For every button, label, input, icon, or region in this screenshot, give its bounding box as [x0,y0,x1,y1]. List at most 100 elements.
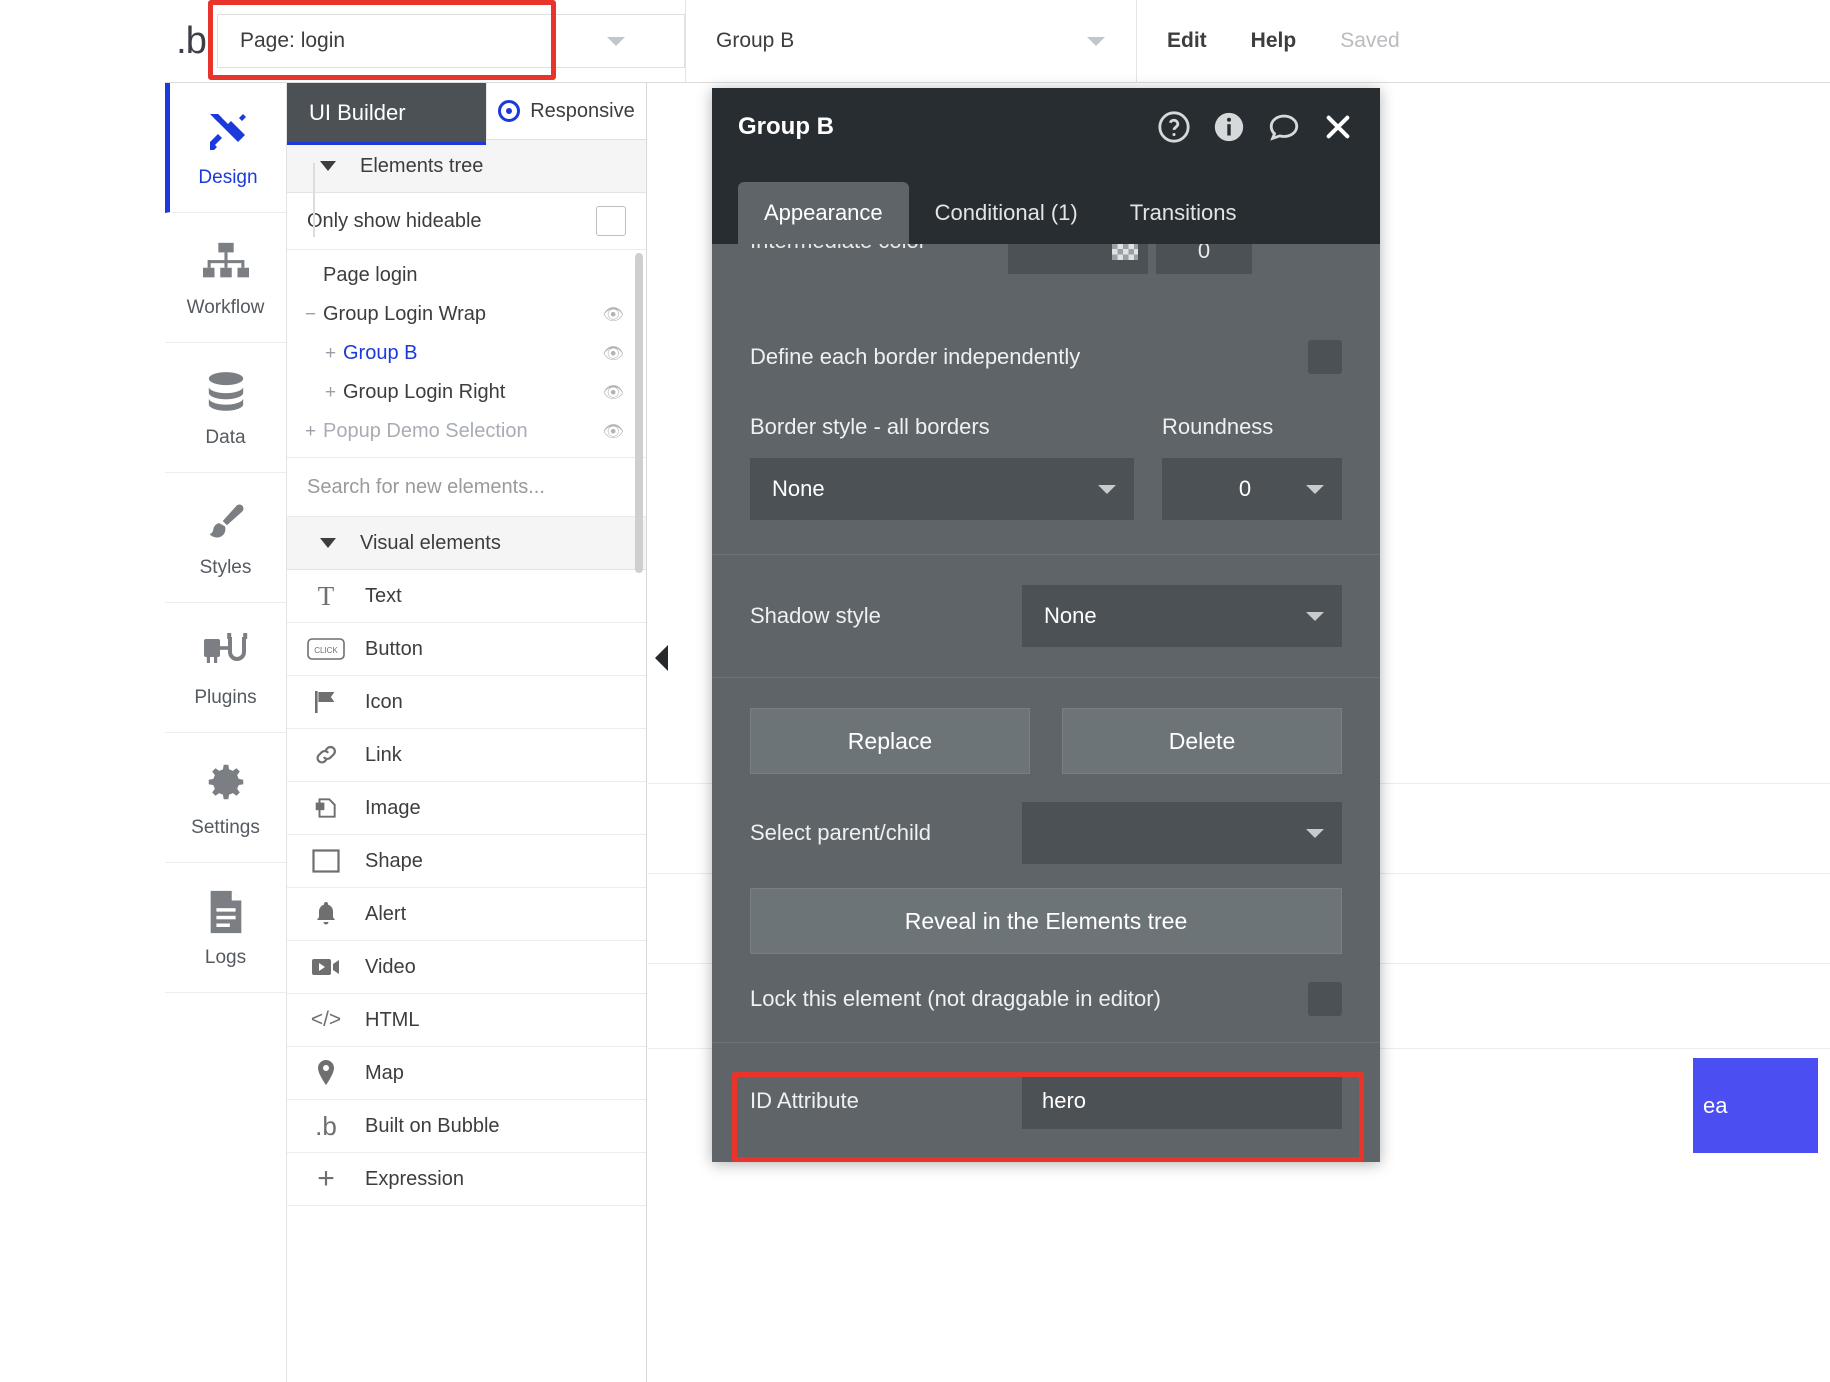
visual-element-icon[interactable]: Icon [287,676,646,729]
panel-collapse-arrow-icon[interactable] [655,645,668,671]
help-button[interactable]: Help [1251,29,1297,53]
tree-item-page-login[interactable]: Page login [287,256,646,295]
elements-panel-scrollbar[interactable] [635,253,643,573]
roundness-select[interactable]: 0 [1162,458,1342,520]
tab-appearance[interactable]: Appearance [738,182,909,244]
sidebar-item-design[interactable]: Design [165,83,286,213]
tree-item-popup-demo-selection[interactable]: + Popup Demo Selection 👁 [287,412,646,451]
sidebar-item-label: Data [205,427,246,448]
element-selector-caret[interactable] [1056,0,1136,83]
visual-element-text[interactable]: T Text [287,570,646,623]
top-toolbar: .b Page: login Group B Edit Help Saved [165,0,1830,83]
tab-responsive[interactable]: Responsive [486,83,646,139]
comment-icon[interactable] [1267,110,1301,144]
tab-conditional[interactable]: Conditional (1) [909,182,1104,244]
sidebar-item-workflow[interactable]: Workflow [165,213,286,343]
elements-tree-header[interactable]: Elements tree [287,140,646,193]
visual-element-label: Map [365,1061,404,1084]
visual-element-label: Image [365,796,421,819]
border-style-select[interactable]: None [750,458,1134,520]
element-selector[interactable]: Group B [686,0,1056,83]
visual-element-label: Alert [365,902,407,925]
page-selector[interactable]: Page: login [217,14,547,68]
replace-button[interactable]: Replace [750,708,1030,774]
search-new-elements-input[interactable]: Search for new elements... [287,458,646,517]
edit-button[interactable]: Edit [1167,29,1207,53]
tree-item-group-b[interactable]: + Group B 👁 [287,334,646,373]
visual-element-label: Button [365,637,423,660]
data-icon [205,366,247,418]
visual-elements-header[interactable]: Visual elements [287,517,646,570]
chevron-down-icon [1306,484,1324,494]
intermediate-color-swatch[interactable] [1008,244,1148,274]
select-parent-child-dropdown[interactable] [1022,802,1342,864]
border-style-label: Border style - all borders [750,414,990,439]
lock-element-checkbox[interactable] [1308,982,1342,1016]
property-editor-header-icons [1157,110,1354,144]
sidebar-item-plugins[interactable]: Plugins [165,603,286,733]
border-style-row: Border style - all borders None Roundnes… [712,414,1380,520]
visual-element-label: Link [365,743,402,766]
tab-transitions[interactable]: Transitions [1104,182,1263,244]
tree-toggle-icon[interactable]: − [305,304,323,326]
visibility-eye-icon[interactable]: 👁 [602,344,624,364]
visual-element-built-on-bubble[interactable]: .b Built on Bubble [287,1100,646,1153]
chevron-down-icon [320,161,336,171]
tree-toggle-icon[interactable]: + [305,421,323,443]
visual-element-expression[interactable]: + Expression [287,1153,646,1206]
delete-button[interactable]: Delete [1062,708,1342,774]
help-icon[interactable] [1157,110,1191,144]
visibility-eye-icon[interactable]: 👁 [602,383,624,403]
shadow-style-select[interactable]: None [1022,585,1342,647]
property-editor-tabs: Appearance Conditional (1) Transitions [712,166,1380,244]
reveal-in-elements-tree-button[interactable]: Reveal in the Elements tree [750,888,1342,954]
tree-item-label: Group Login Right [343,381,506,403]
text-icon: T [317,580,335,611]
elements-panel: UI Builder Responsive Elements tree Only… [287,83,647,1382]
plus-icon: + [317,1162,335,1195]
visual-element-link[interactable]: Link [287,729,646,782]
tree-toggle-icon[interactable]: + [325,382,343,404]
tree-item-label: Group B [343,342,418,364]
visual-element-alert[interactable]: Alert [287,888,646,941]
page-selector-caret[interactable] [547,14,685,68]
visibility-eye-icon[interactable]: 👁 [602,305,624,325]
sidebar-item-label: Styles [199,557,252,578]
sidebar-item-data[interactable]: Data [165,343,286,473]
visibility-eye-icon[interactable]: 👁 [602,422,624,442]
visual-element-video[interactable]: Video [287,941,646,994]
only-show-hideable-checkbox[interactable] [596,206,626,236]
tree-item-group-login-wrap[interactable]: − Group Login Wrap 👁 [287,295,646,334]
tab-ui-builder[interactable]: UI Builder [287,83,486,145]
close-icon[interactable] [1322,111,1354,143]
border-style-value: None [772,476,825,501]
id-attribute-input[interactable]: hero [1022,1073,1342,1129]
visual-element-shape[interactable]: Shape [287,835,646,888]
info-icon[interactable] [1212,110,1246,144]
sidebar-item-styles[interactable]: Styles [165,473,286,603]
intermediate-color-value[interactable]: 0 [1156,244,1252,274]
visual-element-html[interactable]: </> HTML [287,994,646,1047]
tree-toggle-icon[interactable]: + [325,343,343,365]
sidebar-item-label: Design [198,167,258,188]
visual-element-label: HTML [365,1008,420,1031]
sidebar-item-settings[interactable]: Settings [165,733,286,863]
tree-item-label: Popup Demo Selection [323,420,528,442]
replace-delete-row: Replace Delete [712,708,1380,774]
property-editor: Group B Appearance Conditional (1) Trans… [712,88,1380,1162]
lock-element-label: Lock this element (not draggable in edit… [750,986,1161,1011]
elements-tree-title: Elements tree [360,154,484,177]
sidebar-item-logs[interactable]: Logs [165,863,286,993]
visual-element-map[interactable]: Map [287,1047,646,1100]
visual-element-button[interactable]: CLICK Button [287,623,646,676]
tree-item-group-login-right[interactable]: + Group Login Right 👁 [287,373,646,412]
workflow-icon [202,236,249,288]
shadow-style-label: Shadow style [750,603,881,628]
define-each-border-label: Define each border independently [750,344,1081,369]
define-each-border-checkbox[interactable] [1308,340,1342,374]
bubble-logo-icon[interactable]: .b [165,0,217,83]
canvas-cta-button[interactable]: ea [1693,1058,1818,1153]
visual-element-image[interactable]: Image [287,782,646,835]
only-show-hideable-row[interactable]: Only show hideable [287,193,646,250]
elements-tree: Page login − Group Login Wrap 👁 + Group … [287,163,646,458]
